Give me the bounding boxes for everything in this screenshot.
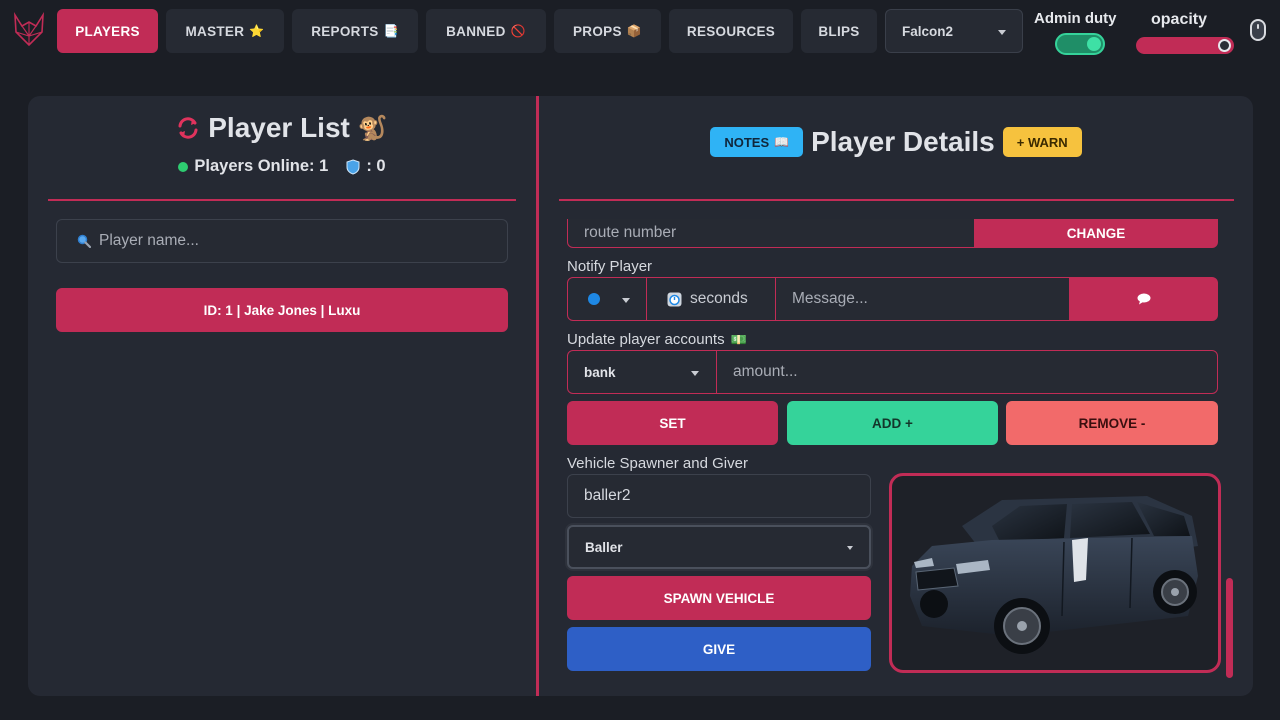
monkey-icon: 🐒 (357, 114, 388, 142)
tab-master[interactable]: MASTER ⭐ (166, 9, 284, 53)
tab-blips-label: BLIPS (818, 23, 860, 39)
notify-seconds-input[interactable]: seconds (646, 277, 776, 321)
players-online-status: Players Online: 1 : 0 (28, 157, 536, 176)
player-details-header: NOTES 📖 Player Details + WARN (539, 126, 1253, 158)
vehicle-spawner-label: Vehicle Spawner and Giver (567, 455, 748, 472)
toggle-knob (1087, 37, 1101, 51)
notes-button-label: NOTES (724, 134, 770, 150)
document-icon: 📑 (383, 24, 399, 38)
tab-props-label: PROPS (572, 23, 622, 39)
players-online-text: Players Online: 1 (194, 157, 329, 175)
chevron-down-icon (998, 30, 1006, 35)
vehicle-model-input[interactable]: baller2 (567, 474, 871, 518)
tab-master-label: MASTER (185, 23, 245, 39)
route-number-input[interactable]: route number (567, 219, 975, 248)
chevron-down-icon (691, 371, 699, 376)
player-select[interactable]: Falcon2 (885, 9, 1023, 53)
add-account-button[interactable]: ADD + (787, 401, 998, 445)
search-placeholder: Player name... (99, 232, 199, 249)
player-details-divider (559, 199, 1234, 201)
chat-bubble-icon (1137, 293, 1150, 305)
account-type-value: bank (584, 364, 616, 380)
amount-placeholder: amount... (733, 363, 798, 380)
set-account-label: SET (659, 415, 686, 431)
notify-player-label: Notify Player (567, 258, 653, 275)
player-list-divider (48, 199, 516, 201)
online-dot-icon (178, 161, 189, 172)
admins-online-text: : 0 (366, 157, 386, 175)
update-accounts-label-row: Update player accounts 💵 (567, 331, 747, 348)
add-account-label: ADD + (872, 415, 913, 431)
tab-blips[interactable]: BLIPS (801, 9, 877, 53)
change-route-button[interactable]: CHANGE (974, 219, 1218, 248)
route-number-placeholder: route number (584, 224, 677, 241)
player-list-header: Player List 🐒 (28, 112, 536, 144)
player-list-panel (28, 96, 536, 696)
change-route-label: CHANGE (1066, 225, 1126, 241)
notify-seconds-placeholder: seconds (690, 290, 748, 307)
player-list-item-label: ID: 1 | Jake Jones | Luxu (203, 302, 361, 318)
blue-circle-icon (588, 293, 600, 305)
notify-message-placeholder: Message... (792, 290, 868, 307)
opacity-label: opacity (1151, 11, 1208, 28)
vehicle-select-value: Baller (585, 539, 623, 555)
slider-thumb[interactable] (1218, 39, 1231, 52)
admin-duty-label: Admin duty (1034, 10, 1117, 27)
chevron-down-icon (622, 298, 630, 303)
opacity-slider[interactable] (1136, 37, 1234, 54)
tab-banned-label: BANNED (446, 23, 506, 39)
tab-props[interactable]: PROPS 📦 (554, 9, 661, 53)
warn-button[interactable]: + WARN (1002, 127, 1082, 157)
warn-button-label: + WARN (1016, 134, 1068, 150)
suv-car-image (910, 496, 1198, 654)
player-select-value: Falcon2 (902, 23, 954, 39)
notify-message-input[interactable]: Message... (775, 277, 1071, 321)
update-accounts-label: Update player accounts (567, 331, 725, 348)
prohibited-icon: 🚫 (510, 24, 526, 38)
refresh-icon[interactable] (176, 116, 200, 140)
remove-account-label: REMOVE - (1078, 415, 1146, 431)
details-scrollbar[interactable] (1226, 578, 1233, 678)
set-account-button[interactable]: SET (567, 401, 778, 445)
tab-resources-label: RESOURCES (686, 23, 776, 39)
spawn-vehicle-label: SPAWN VEHICLE (663, 590, 775, 606)
player-search-input[interactable]: Player name... (56, 219, 508, 263)
amount-input[interactable]: amount... (716, 350, 1218, 394)
spawn-vehicle-button[interactable]: SPAWN VEHICLE (567, 576, 871, 620)
top-bar: PLAYERS MASTER ⭐ REPORTS 📑 BANNED 🚫 PROP… (0, 0, 1280, 62)
admin-duty-toggle[interactable] (1055, 33, 1105, 55)
star-icon: ⭐ (249, 24, 265, 38)
fox-logo-icon (14, 12, 44, 47)
money-icon: 💵 (730, 331, 747, 347)
book-icon: 📖 (774, 135, 790, 149)
vehicle-preview (889, 473, 1221, 673)
tab-reports-label: REPORTS (311, 23, 379, 39)
search-icon (77, 234, 91, 248)
send-notify-button[interactable] (1069, 277, 1218, 321)
shield-icon (346, 158, 360, 175)
player-details-title: Player Details (811, 126, 995, 157)
panel-divider (536, 96, 539, 696)
remove-account-button[interactable]: REMOVE - (1006, 401, 1218, 445)
tab-reports[interactable]: REPORTS 📑 (292, 9, 418, 53)
tab-players[interactable]: PLAYERS (57, 9, 158, 53)
player-list-title: Player List (208, 112, 350, 143)
chevron-down-icon (847, 546, 853, 550)
tab-players-label: PLAYERS (75, 23, 140, 39)
account-type-select[interactable]: bank (567, 350, 717, 394)
notes-button[interactable]: NOTES 📖 (710, 127, 804, 157)
tab-banned[interactable]: BANNED 🚫 (426, 9, 546, 53)
give-vehicle-button[interactable]: GIVE (567, 627, 871, 671)
tab-resources[interactable]: RESOURCES (669, 9, 793, 53)
vehicle-select[interactable]: Baller (567, 525, 871, 569)
notify-color-select[interactable] (567, 277, 647, 321)
give-vehicle-label: GIVE (702, 641, 736, 657)
player-list-item[interactable]: ID: 1 | Jake Jones | Luxu (56, 288, 508, 332)
vehicle-model-value: baller2 (584, 487, 631, 504)
timer-icon (667, 292, 682, 306)
mouse-icon[interactable] (1250, 19, 1266, 41)
package-icon: 📦 (626, 24, 642, 38)
